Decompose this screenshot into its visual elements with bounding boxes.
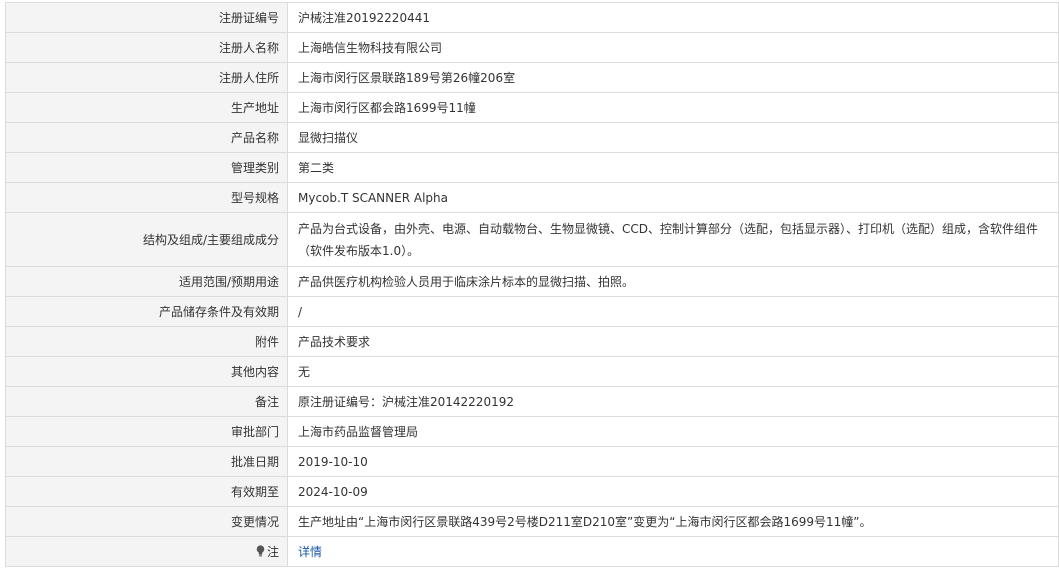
table-row: 注册证编号 沪械注准20192220441 xyxy=(5,2,1059,33)
table-row: 有效期至 2024-10-09 xyxy=(5,476,1059,507)
note-row: 注 详情 xyxy=(5,536,1059,567)
row-value: 上海皓信生物科技有限公司 xyxy=(287,32,1059,63)
row-label: 型号规格 xyxy=(5,182,288,213)
row-value: 第二类 xyxy=(287,152,1059,183)
row-label: 产品储存条件及有效期 xyxy=(5,296,288,327)
table-row: 型号规格 Mycob.T SCANNER Alpha xyxy=(5,182,1059,213)
row-label: 注册证编号 xyxy=(5,2,288,33)
table-row: 变更情况 生产地址由“上海市闵行区景联路439号2号楼D211室D210室”变更… xyxy=(5,506,1059,537)
row-label: 产品名称 xyxy=(5,122,288,153)
row-label: 生产地址 xyxy=(5,92,288,123)
row-value: / xyxy=(287,296,1059,327)
table-row: 注册人住所 上海市闵行区景联路189号第26幢206室 xyxy=(5,62,1059,93)
row-value: 2019-10-10 xyxy=(287,446,1059,477)
row-value: 无 xyxy=(287,356,1059,387)
row-value: 显微扫描仪 xyxy=(287,122,1059,153)
note-label-cell: 注 xyxy=(5,536,288,567)
table-row: 其他内容 无 xyxy=(5,356,1059,387)
row-label: 有效期至 xyxy=(5,476,288,507)
row-label: 审批部门 xyxy=(5,416,288,447)
table-row: 备注 原注册证编号：沪械注准20142220192 xyxy=(5,386,1059,417)
table-row: 产品名称 显微扫描仪 xyxy=(5,122,1059,153)
row-value: Mycob.T SCANNER Alpha xyxy=(287,182,1059,213)
row-label: 结构及组成/主要组成成分 xyxy=(5,212,288,267)
row-value: 上海市药品监督管理局 xyxy=(287,416,1059,447)
note-label: 注 xyxy=(266,545,279,559)
row-value: 原注册证编号：沪械注准20142220192 xyxy=(287,386,1059,417)
table-row: 注册人名称 上海皓信生物科技有限公司 xyxy=(5,32,1059,63)
row-label: 适用范围/预期用途 xyxy=(5,266,288,297)
table-row: 审批部门 上海市药品监督管理局 xyxy=(5,416,1059,447)
row-value: 产品为台式设备，由外壳、电源、自动载物台、生物显微镜、CCD、控制计算部分（选配… xyxy=(287,212,1059,267)
row-label: 备注 xyxy=(5,386,288,417)
table-row: 产品储存条件及有效期 / xyxy=(5,296,1059,327)
note-value-cell: 详情 xyxy=(287,536,1059,567)
table-row: 批准日期 2019-10-10 xyxy=(5,446,1059,477)
details-link[interactable]: 详情 xyxy=(298,545,322,559)
row-value: 产品供医疗机构检验人员用于临床涂片标本的显微扫描、拍照。 xyxy=(287,266,1059,297)
row-label: 附件 xyxy=(5,326,288,357)
row-value: 2024-10-09 xyxy=(287,476,1059,507)
row-label: 批准日期 xyxy=(5,446,288,477)
table-row: 适用范围/预期用途 产品供医疗机构检验人员用于临床涂片标本的显微扫描、拍照。 xyxy=(5,266,1059,297)
row-label: 注册人住所 xyxy=(5,62,288,93)
table-row: 结构及组成/主要组成成分 产品为台式设备，由外壳、电源、自动载物台、生物显微镜、… xyxy=(5,212,1059,267)
row-value: 沪械注准20192220441 xyxy=(287,2,1059,33)
row-value: 生产地址由“上海市闵行区景联路439号2号楼D211室D210室”变更为“上海市… xyxy=(287,506,1059,537)
row-value: 上海市闵行区都会路1699号11幢 xyxy=(287,92,1059,123)
row-value: 产品技术要求 xyxy=(287,326,1059,357)
table-row: 管理类别 第二类 xyxy=(5,152,1059,183)
row-label: 其他内容 xyxy=(5,356,288,387)
row-label: 管理类别 xyxy=(5,152,288,183)
registration-detail-table: 注册证编号 沪械注准20192220441 注册人名称 上海皓信生物科技有限公司… xyxy=(5,2,1059,567)
table-row: 生产地址 上海市闵行区都会路1699号11幢 xyxy=(5,92,1059,123)
lightbulb-icon xyxy=(256,545,265,560)
row-label: 变更情况 xyxy=(5,506,288,537)
table-row: 附件 产品技术要求 xyxy=(5,326,1059,357)
row-label: 注册人名称 xyxy=(5,32,288,63)
row-value: 上海市闵行区景联路189号第26幢206室 xyxy=(287,62,1059,93)
